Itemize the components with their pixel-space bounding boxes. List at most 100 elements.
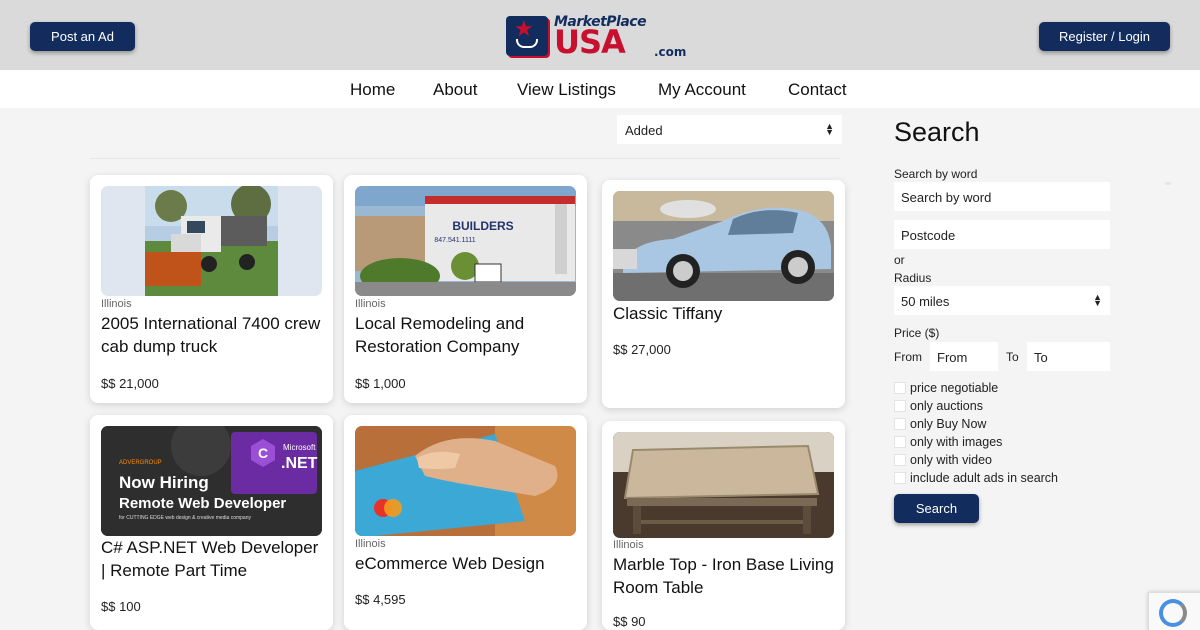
logo-com-text: .com (654, 45, 687, 59)
post-ad-button[interactable]: Post an Ad (30, 22, 135, 51)
car-photo (613, 191, 834, 301)
postcode-input[interactable]: Postcode (894, 220, 1110, 249)
badge-net-text: .NET (281, 455, 318, 472)
checkbox[interactable] (894, 472, 906, 484)
trailer-photo: BUILDERS 847.541.1111 (355, 186, 576, 296)
nav-my-account[interactable]: My Account (658, 80, 746, 100)
listing-image[interactable] (613, 191, 834, 301)
listing-title[interactable]: Marble Top - Iron Base Living Room Table (613, 553, 838, 599)
listing-location: Illinois (613, 539, 644, 551)
listing-title[interactable]: 2005 International 7400 crew cab dump tr… (101, 312, 326, 358)
listing-image[interactable]: C Microsoft .NET ADVERGROUP Now Hiring R… (101, 426, 322, 536)
listing-price: $$ 90 (613, 614, 646, 629)
listing-image[interactable] (355, 426, 576, 536)
main-nav: Home About View Listings My Account Cont… (0, 70, 1200, 108)
register-login-button[interactable]: Register / Login (1039, 22, 1170, 51)
select-arrows-icon: ▲ ▼ (825, 121, 834, 137)
check-label: include adult ads in search (910, 471, 1059, 485)
divider (1165, 182, 1171, 185)
listing-price: $$ 1,000 (355, 376, 406, 391)
table-photo (613, 432, 834, 538)
sidebar-title: Search (894, 117, 980, 147)
search-word-label: Search by word (894, 167, 978, 181)
listing-price: $$ 4,595 (355, 592, 406, 607)
radius-label: Radius (894, 271, 932, 285)
listing-card[interactable]: Illinois Marble Top - Iron Base Living R… (602, 421, 845, 630)
search-button[interactable]: Search (894, 494, 979, 523)
listing-card[interactable]: Classic Tiffany $$ 27,000 (602, 180, 845, 408)
trailer-sign-text: BUILDERS (452, 219, 513, 233)
listing-card[interactable]: BUILDERS 847.541.1111 Illinois Local Rem… (344, 175, 587, 403)
postcode-placeholder: Postcode (901, 228, 956, 243)
listing-title[interactable]: Local Remodeling and Restoration Company (355, 312, 580, 358)
check-label: only Buy Now (910, 417, 987, 431)
svg-text:C: C (258, 445, 268, 461)
brand-text: ADVERGROUP (119, 460, 162, 466)
trailer-phone-text: 847.541.1111 (434, 237, 475, 244)
listing-location: Illinois (355, 298, 386, 310)
check-only-auctions[interactable]: only auctions (894, 399, 983, 413)
hand-icon (516, 39, 538, 48)
search-word-input[interactable]: Search by word (894, 182, 1110, 211)
site-logo[interactable]: ★ MarketPlace USA .com (506, 14, 686, 61)
truck-photo (145, 186, 278, 296)
hiring-line2: Remote Web Developer (119, 495, 286, 512)
search-word-placeholder: Search by word (901, 190, 992, 205)
listing-image[interactable] (613, 432, 834, 538)
check-include-adult[interactable]: include adult ads in search (894, 471, 1058, 485)
logo-usa-text: USA (554, 23, 626, 61)
divider (90, 158, 840, 159)
listing-title[interactable]: eCommerce Web Design (355, 552, 580, 575)
checkbox[interactable] (894, 400, 906, 412)
listing-title[interactable]: C# ASP.NET Web Developer | Remote Part T… (101, 536, 326, 582)
listing-location: Illinois (355, 538, 386, 550)
price-from-input[interactable]: From (930, 342, 998, 371)
sort-selected-value: Added (625, 123, 663, 138)
listing-card[interactable]: Illinois 2005 International 7400 crew ca… (90, 175, 333, 403)
radius-selected-value: 50 miles (901, 294, 950, 309)
nav-view-listings[interactable]: View Listings (517, 80, 616, 100)
listing-image[interactable] (101, 186, 322, 296)
check-price-negotiable[interactable]: price negotiable (894, 381, 998, 395)
to-label: To (1006, 350, 1019, 364)
price-to-placeholder: To (1034, 350, 1048, 365)
nav-home[interactable]: Home (350, 80, 395, 100)
logo-badge-icon: ★ (506, 16, 548, 56)
check-label: price negotiable (910, 381, 999, 395)
listing-title[interactable]: Classic Tiffany (613, 302, 838, 325)
from-label: From (894, 350, 922, 364)
hiring-banner-photo: C Microsoft .NET ADVERGROUP Now Hiring R… (101, 426, 322, 536)
badge-microsoft-text: Microsoft (283, 443, 316, 452)
price-from-placeholder: From (937, 350, 968, 365)
star-icon: ★ (514, 16, 534, 41)
check-label: only with video (910, 453, 992, 467)
checkbox[interactable] (894, 418, 906, 430)
listing-card[interactable]: Illinois eCommerce Web Design $$ 4,595 (344, 415, 587, 630)
checkbox[interactable] (894, 454, 906, 466)
listing-price: $$ 100 (101, 599, 141, 614)
check-only-with-images[interactable]: only with images (894, 435, 1002, 449)
price-to-input[interactable]: To (1027, 342, 1110, 371)
check-only-buy-now[interactable]: only Buy Now (894, 417, 986, 431)
listing-price: $$ 27,000 (613, 342, 671, 357)
hiring-line1: Now Hiring (119, 473, 209, 492)
credit-card-photo (355, 426, 576, 536)
listing-image[interactable]: BUILDERS 847.541.1111 (355, 186, 576, 296)
hiring-line3: for CUTTING EDGE web design & creative m… (119, 515, 251, 521)
recaptcha-icon (1159, 599, 1187, 627)
sort-select[interactable]: Added ▲ ▼ (617, 115, 842, 144)
listing-location: Illinois (101, 298, 132, 310)
checkbox[interactable] (894, 436, 906, 448)
radius-select[interactable]: 50 miles ▲ ▼ (894, 286, 1110, 315)
listing-card[interactable]: C Microsoft .NET ADVERGROUP Now Hiring R… (90, 415, 333, 630)
nav-about[interactable]: About (433, 80, 477, 100)
recaptcha-badge[interactable] (1148, 592, 1200, 630)
checkbox[interactable] (894, 382, 906, 394)
listing-price: $$ 21,000 (101, 376, 159, 391)
or-label: or (894, 253, 905, 267)
top-header: Post an Ad ★ MarketPlace USA .com Regist… (0, 0, 1200, 70)
check-label: only with images (910, 435, 1003, 449)
nav-contact[interactable]: Contact (788, 80, 847, 100)
price-label: Price ($) (894, 326, 940, 340)
check-only-with-video[interactable]: only with video (894, 453, 992, 467)
